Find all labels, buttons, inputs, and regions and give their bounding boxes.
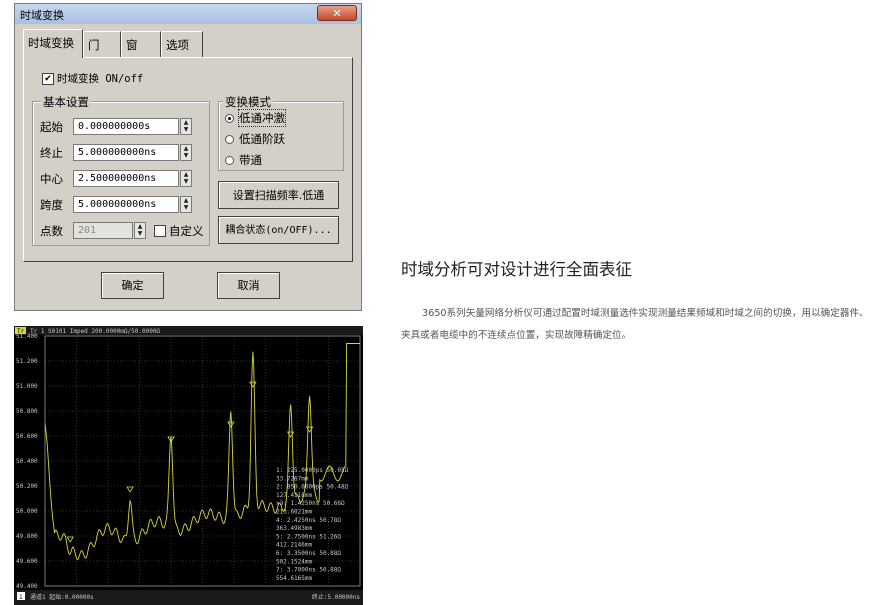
marker-readout: 7: 3.7000ns 50.88Ω bbox=[276, 567, 341, 574]
y-tick-label: 49.800 bbox=[16, 533, 38, 540]
time-domain-dialog: 时域变换 ✕ 时域变换 门 窗 选项 ✔ 时域变换 ON/off 基本设置 起始… bbox=[14, 3, 362, 311]
coupling-state-button[interactable]: 耦合状态(on/OFF)... bbox=[218, 216, 339, 244]
y-tick-label: 50.600 bbox=[16, 433, 38, 440]
stop-label: 终止 bbox=[40, 146, 63, 160]
close-button[interactable]: ✕ bbox=[317, 5, 357, 21]
enable-checkbox-label: 时域变换 ON/off bbox=[57, 73, 144, 85]
radio-lowpass-impulse-label: 低通冲激 bbox=[238, 109, 286, 127]
points-spinner[interactable]: ▲ ▼ bbox=[134, 222, 146, 239]
y-tick-label: 49.400 bbox=[16, 583, 38, 590]
dialog-titlebar[interactable]: 时域变换 ✕ bbox=[15, 4, 361, 24]
center-label: 中心 bbox=[40, 172, 63, 186]
marker-readout: 6: 3.3500ns 50.88Ω bbox=[276, 550, 341, 557]
points-field[interactable]: 201 bbox=[73, 222, 133, 239]
trace-plot: Tr Tr 1 S0101 Imped 200.0000mΩ/50.0000Ω … bbox=[14, 326, 363, 605]
radio-lowpass-step-label: 低通阶跃 bbox=[239, 132, 285, 146]
marker-readout: 412.2146mm bbox=[276, 542, 313, 549]
custom-checkbox[interactable] bbox=[154, 225, 166, 237]
tab-options[interactable]: 选项 bbox=[161, 31, 203, 57]
set-sweep-frequency-button[interactable]: 设置扫描频率.低通 bbox=[218, 181, 339, 209]
marker-readout: 127.4118mm bbox=[276, 492, 313, 499]
marker-readout: 213.6021mm bbox=[276, 509, 313, 516]
span-field[interactable]: 5.000000000ns bbox=[73, 196, 179, 213]
tab-gate[interactable]: 门 bbox=[83, 31, 121, 57]
y-tick-label: 51.000 bbox=[16, 383, 38, 390]
time-domain-trace-screenshot: Tr Tr 1 S0101 Imped 200.0000mΩ/50.0000Ω … bbox=[14, 326, 363, 605]
center-spinner[interactable]: ▲ ▼ bbox=[180, 170, 192, 187]
cancel-button[interactable]: 取消 bbox=[217, 272, 280, 299]
y-tick-label: 49.600 bbox=[16, 558, 38, 565]
custom-checkbox-label: 自定义 bbox=[169, 224, 204, 238]
basic-settings-title: 基本设置 bbox=[41, 94, 91, 110]
dialog-title: 时域变换 bbox=[20, 9, 64, 22]
y-tick-label: 50.400 bbox=[16, 458, 38, 465]
svg-text:1: 1 bbox=[19, 594, 23, 601]
radio-lowpass-impulse[interactable] bbox=[225, 114, 234, 123]
center-field[interactable]: 2.500000000ns bbox=[73, 170, 179, 187]
start-field[interactable]: 0.000000000s bbox=[73, 118, 179, 135]
trace-footer-right: 终止:5.00000ns bbox=[312, 593, 361, 601]
span-spinner[interactable]: ▲ ▼ bbox=[180, 196, 192, 213]
y-tick-label: 50.000 bbox=[16, 508, 38, 515]
trace-header: Tr 1 S0101 Imped 200.0000mΩ/50.0000Ω bbox=[30, 328, 160, 335]
stop-spinner[interactable]: ▲ ▼ bbox=[180, 144, 192, 161]
radio-bandpass[interactable] bbox=[225, 156, 234, 165]
tab-time-domain[interactable]: 时域变换 bbox=[23, 29, 83, 58]
marker-readout: 502.1524mm bbox=[276, 558, 313, 565]
points-label: 点数 bbox=[40, 224, 63, 238]
start-label: 起始 bbox=[40, 120, 63, 134]
start-spinner[interactable]: ▲ ▼ bbox=[180, 118, 192, 135]
marker-readout: 5: 2.7500ns 51.26Ω bbox=[276, 533, 341, 540]
article-heading: 时域分析可对设计进行全面表征 bbox=[401, 260, 632, 279]
marker-readout: 4: 2.4250ns 50.78Ω bbox=[276, 517, 341, 524]
trace-footer-left: 通道1 起始:0.00000s bbox=[30, 593, 94, 601]
tab-window[interactable]: 窗 bbox=[121, 31, 161, 57]
span-label: 跨度 bbox=[40, 198, 63, 212]
y-tick-label: 50.800 bbox=[16, 408, 38, 415]
y-tick-label: 51.200 bbox=[16, 358, 38, 365]
tab-panel: ✔ 时域变换 ON/off 基本设置 起始 0.000000000s ▲ ▼ 终止… bbox=[23, 57, 353, 262]
article-paragraph: 3650系列矢量网络分析仪可通过配置时域测量选件实现测量结果频域和时域之间的切换… bbox=[401, 308, 869, 341]
y-tick-label: 50.200 bbox=[16, 483, 38, 490]
radio-lowpass-step[interactable] bbox=[225, 135, 234, 144]
marker-readout: 554.6165mm bbox=[276, 575, 313, 582]
basic-settings-group: 基本设置 起始 0.000000000s ▲ ▼ 终止 5.000000000ns… bbox=[32, 94, 210, 246]
stop-field[interactable]: 5.000000000ns bbox=[73, 144, 179, 161]
radio-bandpass-label: 带通 bbox=[239, 153, 262, 167]
y-tick-label: 51.400 bbox=[16, 333, 38, 340]
transform-mode-title: 变换模式 bbox=[223, 94, 273, 110]
ok-button[interactable]: 确定 bbox=[101, 272, 164, 299]
marker-readout: 2: 850.0000ps 50.48Ω bbox=[276, 484, 349, 491]
marker-readout: 1: 225.0000ps 50.05Ω bbox=[276, 467, 349, 474]
enable-checkbox[interactable]: ✔ bbox=[42, 73, 54, 85]
marker-readout: 33.7267mm bbox=[276, 475, 309, 482]
transform-mode-group: 变换模式 低通冲激 低通阶跃 带通 bbox=[218, 94, 344, 171]
marker-readout: >3: 1.4250ns 50.66Ω bbox=[276, 500, 345, 507]
marker-readout: 363.4983mm bbox=[276, 525, 313, 532]
